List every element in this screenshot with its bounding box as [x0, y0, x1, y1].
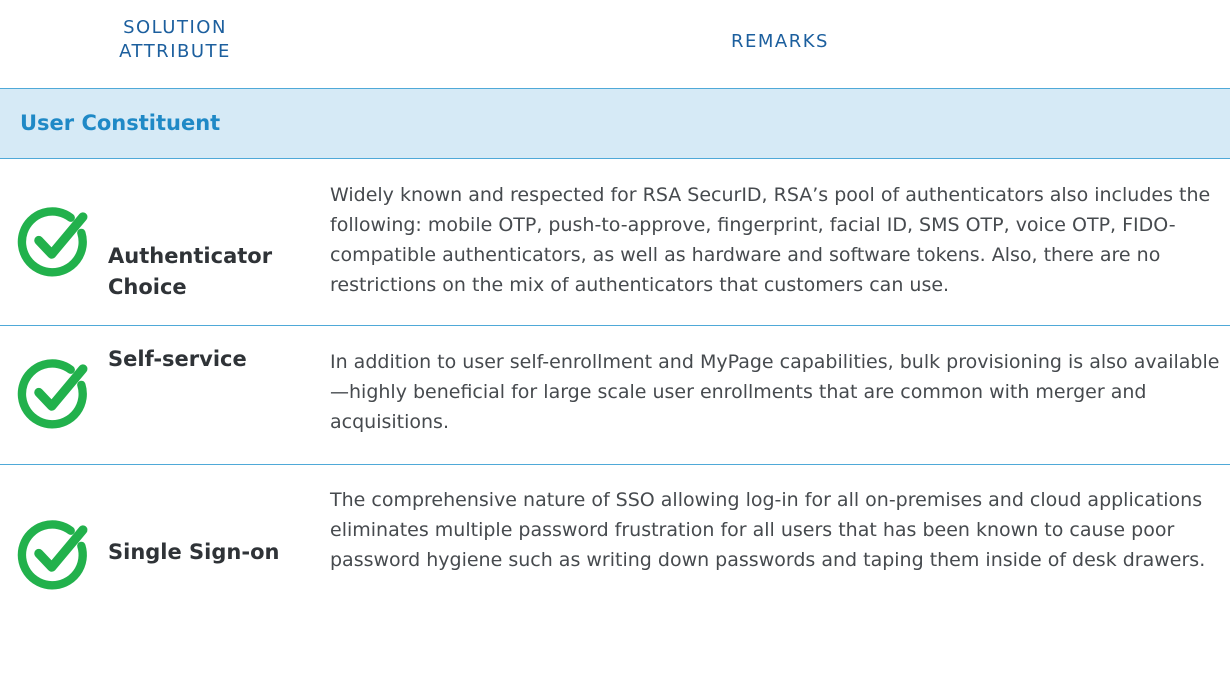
table-row: Single Sign-on The comprehensive nature …: [0, 465, 1230, 696]
attribute-column-header-line2: ATTRIBUTE: [119, 41, 231, 62]
remarks-column-header: REMARKS: [731, 31, 829, 52]
check-circle-icon: [17, 359, 88, 429]
section-title: User Constituent: [20, 111, 221, 135]
table-row: Authenticator Choice Widely known and re…: [0, 159, 1230, 326]
attribute-label: Authenticator Choice: [108, 244, 273, 299]
section-bar: User Constituent: [0, 88, 1230, 159]
table-header: SOLUTION ATTRIBUTE REMARKS: [0, 0, 1230, 88]
remarks-text: In addition to user self-enrollment and …: [330, 351, 1220, 433]
attribute-column-header: SOLUTION ATTRIBUTE: [60, 16, 290, 64]
attribute-label: Single Sign-on: [108, 540, 280, 564]
remarks-text: Widely known and respected for RSA Secur…: [330, 184, 1211, 296]
remarks-text: The comprehensive nature of SSO allowing…: [330, 489, 1206, 571]
check-circle-icon: [17, 207, 88, 277]
attribute-column-header-line1: SOLUTION: [123, 17, 227, 38]
check-circle-icon: [17, 520, 88, 590]
attribute-label: Self-service: [108, 347, 247, 371]
table-row: Self-service In addition to user self-en…: [0, 326, 1230, 465]
